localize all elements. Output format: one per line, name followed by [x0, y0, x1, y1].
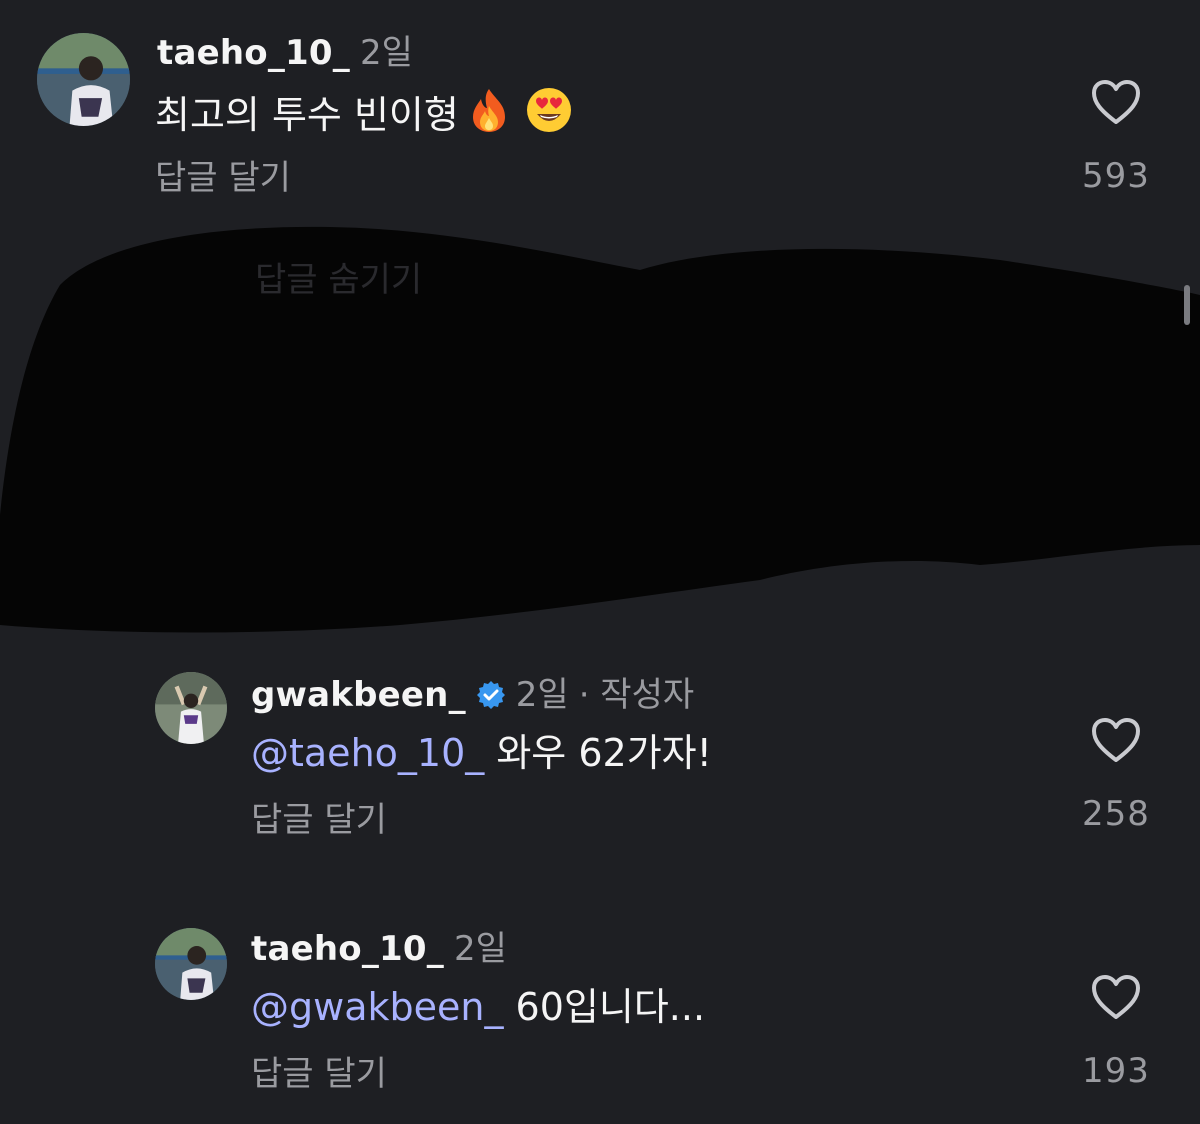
mention-link[interactable]: @gwakbeen_	[251, 985, 503, 1029]
avatar[interactable]	[155, 672, 227, 744]
reply-button[interactable]: 답글 달기	[251, 800, 387, 840]
comment-text: @taeho_10_ 와우 62가자!	[251, 730, 712, 776]
comment-meta: taeho_10_ 2일	[157, 33, 413, 73]
like-group: 258	[1076, 716, 1156, 834]
reply-button[interactable]: 답글 달기	[155, 158, 291, 198]
timestamp: 2일	[453, 929, 507, 969]
heart-icon[interactable]	[1090, 78, 1142, 126]
comment-meta: taeho_10_ 2일	[251, 929, 507, 969]
heart-eyes-emoji-icon	[526, 88, 571, 132]
reply-button[interactable]: 답글 달기	[251, 1054, 387, 1094]
author-tag: · 작성자	[578, 675, 695, 715]
comment-body: 최고의 투수 빈이형	[155, 93, 459, 137]
comment-meta: gwakbeen_ 2일 · 작성자	[251, 675, 694, 715]
verified-badge-icon	[476, 681, 505, 709]
avatar[interactable]	[155, 928, 227, 1000]
username[interactable]: gwakbeen_	[251, 675, 466, 715]
scrollbar[interactable]	[1184, 285, 1190, 325]
like-count: 593	[1082, 156, 1150, 196]
username[interactable]: taeho_10_	[251, 929, 444, 969]
like-count: 258	[1082, 794, 1150, 834]
mention-link[interactable]: @taeho_10_	[251, 731, 484, 775]
comment-body: 와우 62가자!	[484, 731, 712, 775]
comments-screen: taeho_10_ 2일 최고의 투수 빈이형 답글 달기 593 답글 숨기기…	[0, 0, 1200, 1124]
redacted-area	[0, 226, 1200, 633]
avatar[interactable]	[37, 33, 130, 126]
hide-replies-button[interactable]: 답글 숨기기	[255, 252, 422, 301]
comment-text: 최고의 투수 빈이형	[155, 86, 573, 138]
comment-body: 60입니다...	[503, 985, 706, 1029]
timestamp: 2일	[359, 33, 413, 73]
heart-icon[interactable]	[1090, 716, 1142, 764]
comment-text: @gwakbeen_ 60입니다...	[251, 984, 705, 1030]
like-group: 193	[1076, 973, 1156, 1091]
fire-emoji-icon	[472, 89, 505, 132]
like-group: 593	[1076, 78, 1156, 196]
username[interactable]: taeho_10_	[157, 33, 350, 73]
like-count: 193	[1082, 1051, 1150, 1091]
heart-icon[interactable]	[1090, 973, 1142, 1021]
timestamp: 2일	[515, 675, 569, 715]
